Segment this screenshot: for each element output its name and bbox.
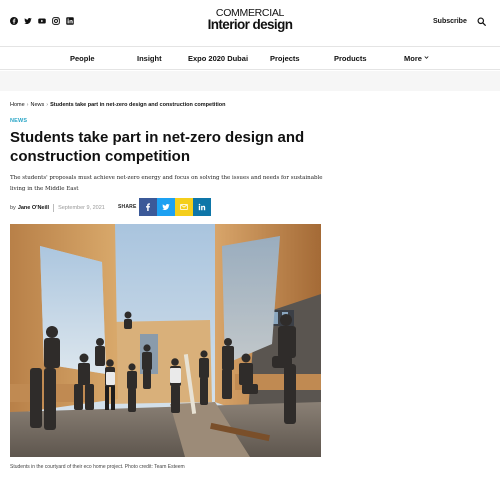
share-email-button[interactable] [175, 198, 193, 216]
author-link[interactable]: Jane O'Neill [18, 205, 49, 211]
ad-strip [0, 71, 500, 91]
nav-item-projects[interactable]: Projects [270, 54, 300, 63]
category-tag[interactable]: NEWS [10, 118, 27, 124]
nav-item-more-label: More [404, 54, 422, 63]
breadcrumb: Home › News › Students take part in net-zero… [10, 102, 226, 108]
publish-date: September 9, 2021 [58, 205, 105, 211]
share-linkedin-button[interactable] [193, 198, 211, 216]
nav-item-people[interactable]: People [70, 54, 95, 63]
nav-item-products[interactable]: Products [334, 54, 367, 63]
nav-item-more[interactable]: More [404, 54, 429, 63]
breadcrumb-news[interactable]: News [31, 102, 45, 108]
byline-divider [53, 204, 55, 212]
social-links [10, 17, 74, 25]
chevron-down-icon [424, 55, 429, 60]
article-photo [10, 224, 321, 457]
nav-item-expo-2020-dubai[interactable]: Expo 2020 Dubai [188, 54, 248, 63]
breadcrumb-separator: › [26, 102, 29, 108]
main-nav: People Insight Expo 2020 Dubai Projects … [0, 46, 500, 70]
youtube-icon[interactable] [38, 17, 46, 25]
breadcrumb-separator: › [46, 102, 49, 108]
site-header: COMMERCIAL Interior design Subscribe [0, 0, 500, 46]
search-icon[interactable] [477, 17, 486, 26]
breadcrumb-home[interactable]: Home [10, 102, 25, 108]
share-label: SHARE [118, 204, 137, 210]
email-icon [180, 204, 188, 210]
nav-item-insight[interactable]: Insight [137, 54, 162, 63]
twitter-icon[interactable] [24, 17, 32, 25]
site-logo[interactable]: COMMERCIAL Interior design [205, 8, 295, 31]
byline: by Jane O'Neill September 9, 2021 [10, 204, 105, 212]
logo-line-2: Interior design [207, 16, 293, 32]
photo-caption: Students in the courtyard of their eco h… [10, 464, 185, 470]
facebook-icon [146, 203, 150, 211]
share-facebook-button[interactable] [139, 198, 157, 216]
share-twitter-button[interactable] [157, 198, 175, 216]
facebook-icon[interactable] [10, 17, 18, 25]
breadcrumb-current: Students take part in net-zero design an… [50, 102, 226, 108]
instagram-icon[interactable] [52, 17, 60, 25]
twitter-icon [162, 203, 170, 211]
linkedin-icon [198, 203, 206, 211]
linkedin-icon[interactable] [66, 17, 74, 25]
article-headline: Students take part in net-zero design an… [10, 129, 305, 165]
article-standfirst: The students' proposals must achieve net… [10, 175, 323, 192]
share-buttons [139, 198, 211, 216]
byline-prefix: by [10, 205, 16, 211]
subscribe-link[interactable]: Subscribe [433, 18, 467, 25]
